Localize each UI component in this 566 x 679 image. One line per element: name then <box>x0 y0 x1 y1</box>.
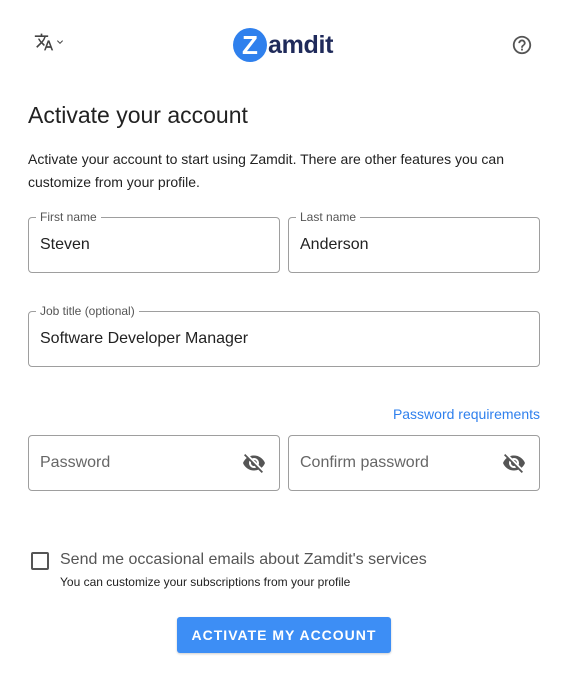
activate-account-button[interactable]: ACTIVATE MY ACCOUNT <box>177 617 391 653</box>
last-name-label: Last name <box>296 210 361 224</box>
job-title-field[interactable]: Job title (optional) Software Developer … <box>28 304 540 367</box>
confirm-password-field[interactable]: Confirm password <box>288 435 540 491</box>
help-button[interactable] <box>511 34 533 56</box>
logo-mark: Z <box>233 28 267 62</box>
translate-icon <box>34 32 54 52</box>
password-field[interactable]: Password <box>28 435 280 491</box>
zamdit-logo: Z amdit <box>233 25 333 65</box>
first-name-value[interactable]: Steven <box>40 235 90 255</box>
language-selector[interactable] <box>34 30 74 54</box>
first-name-field[interactable]: First name Steven <box>28 210 280 273</box>
password-placeholder[interactable]: Password <box>40 453 110 473</box>
chevron-down-icon <box>54 36 66 48</box>
first-name-label: First name <box>36 210 101 224</box>
page-description: Activate your account to start using Zam… <box>28 151 504 190</box>
eye-off-icon[interactable] <box>241 451 267 475</box>
marketing-emails-checkbox[interactable] <box>31 552 49 570</box>
confirm-password-placeholder[interactable]: Confirm password <box>300 453 429 473</box>
job-title-value[interactable]: Software Developer Manager <box>40 329 248 349</box>
eye-off-icon[interactable] <box>501 451 527 475</box>
help-circle-icon <box>511 35 533 60</box>
top-bar: Z amdit <box>0 0 566 90</box>
page-title: Activate your account <box>28 102 248 128</box>
marketing-emails-label[interactable]: Send me occasional emails about Zamdit's… <box>60 551 427 569</box>
marketing-emails-sublabel: You can customize your subscriptions fro… <box>60 575 351 589</box>
job-title-label: Job title (optional) <box>36 304 139 318</box>
last-name-value[interactable]: Anderson <box>300 235 369 255</box>
logo-wordmark: amdit <box>268 30 334 59</box>
password-requirements-link[interactable]: Password requirements <box>393 406 540 422</box>
last-name-field[interactable]: Last name Anderson <box>288 210 540 273</box>
